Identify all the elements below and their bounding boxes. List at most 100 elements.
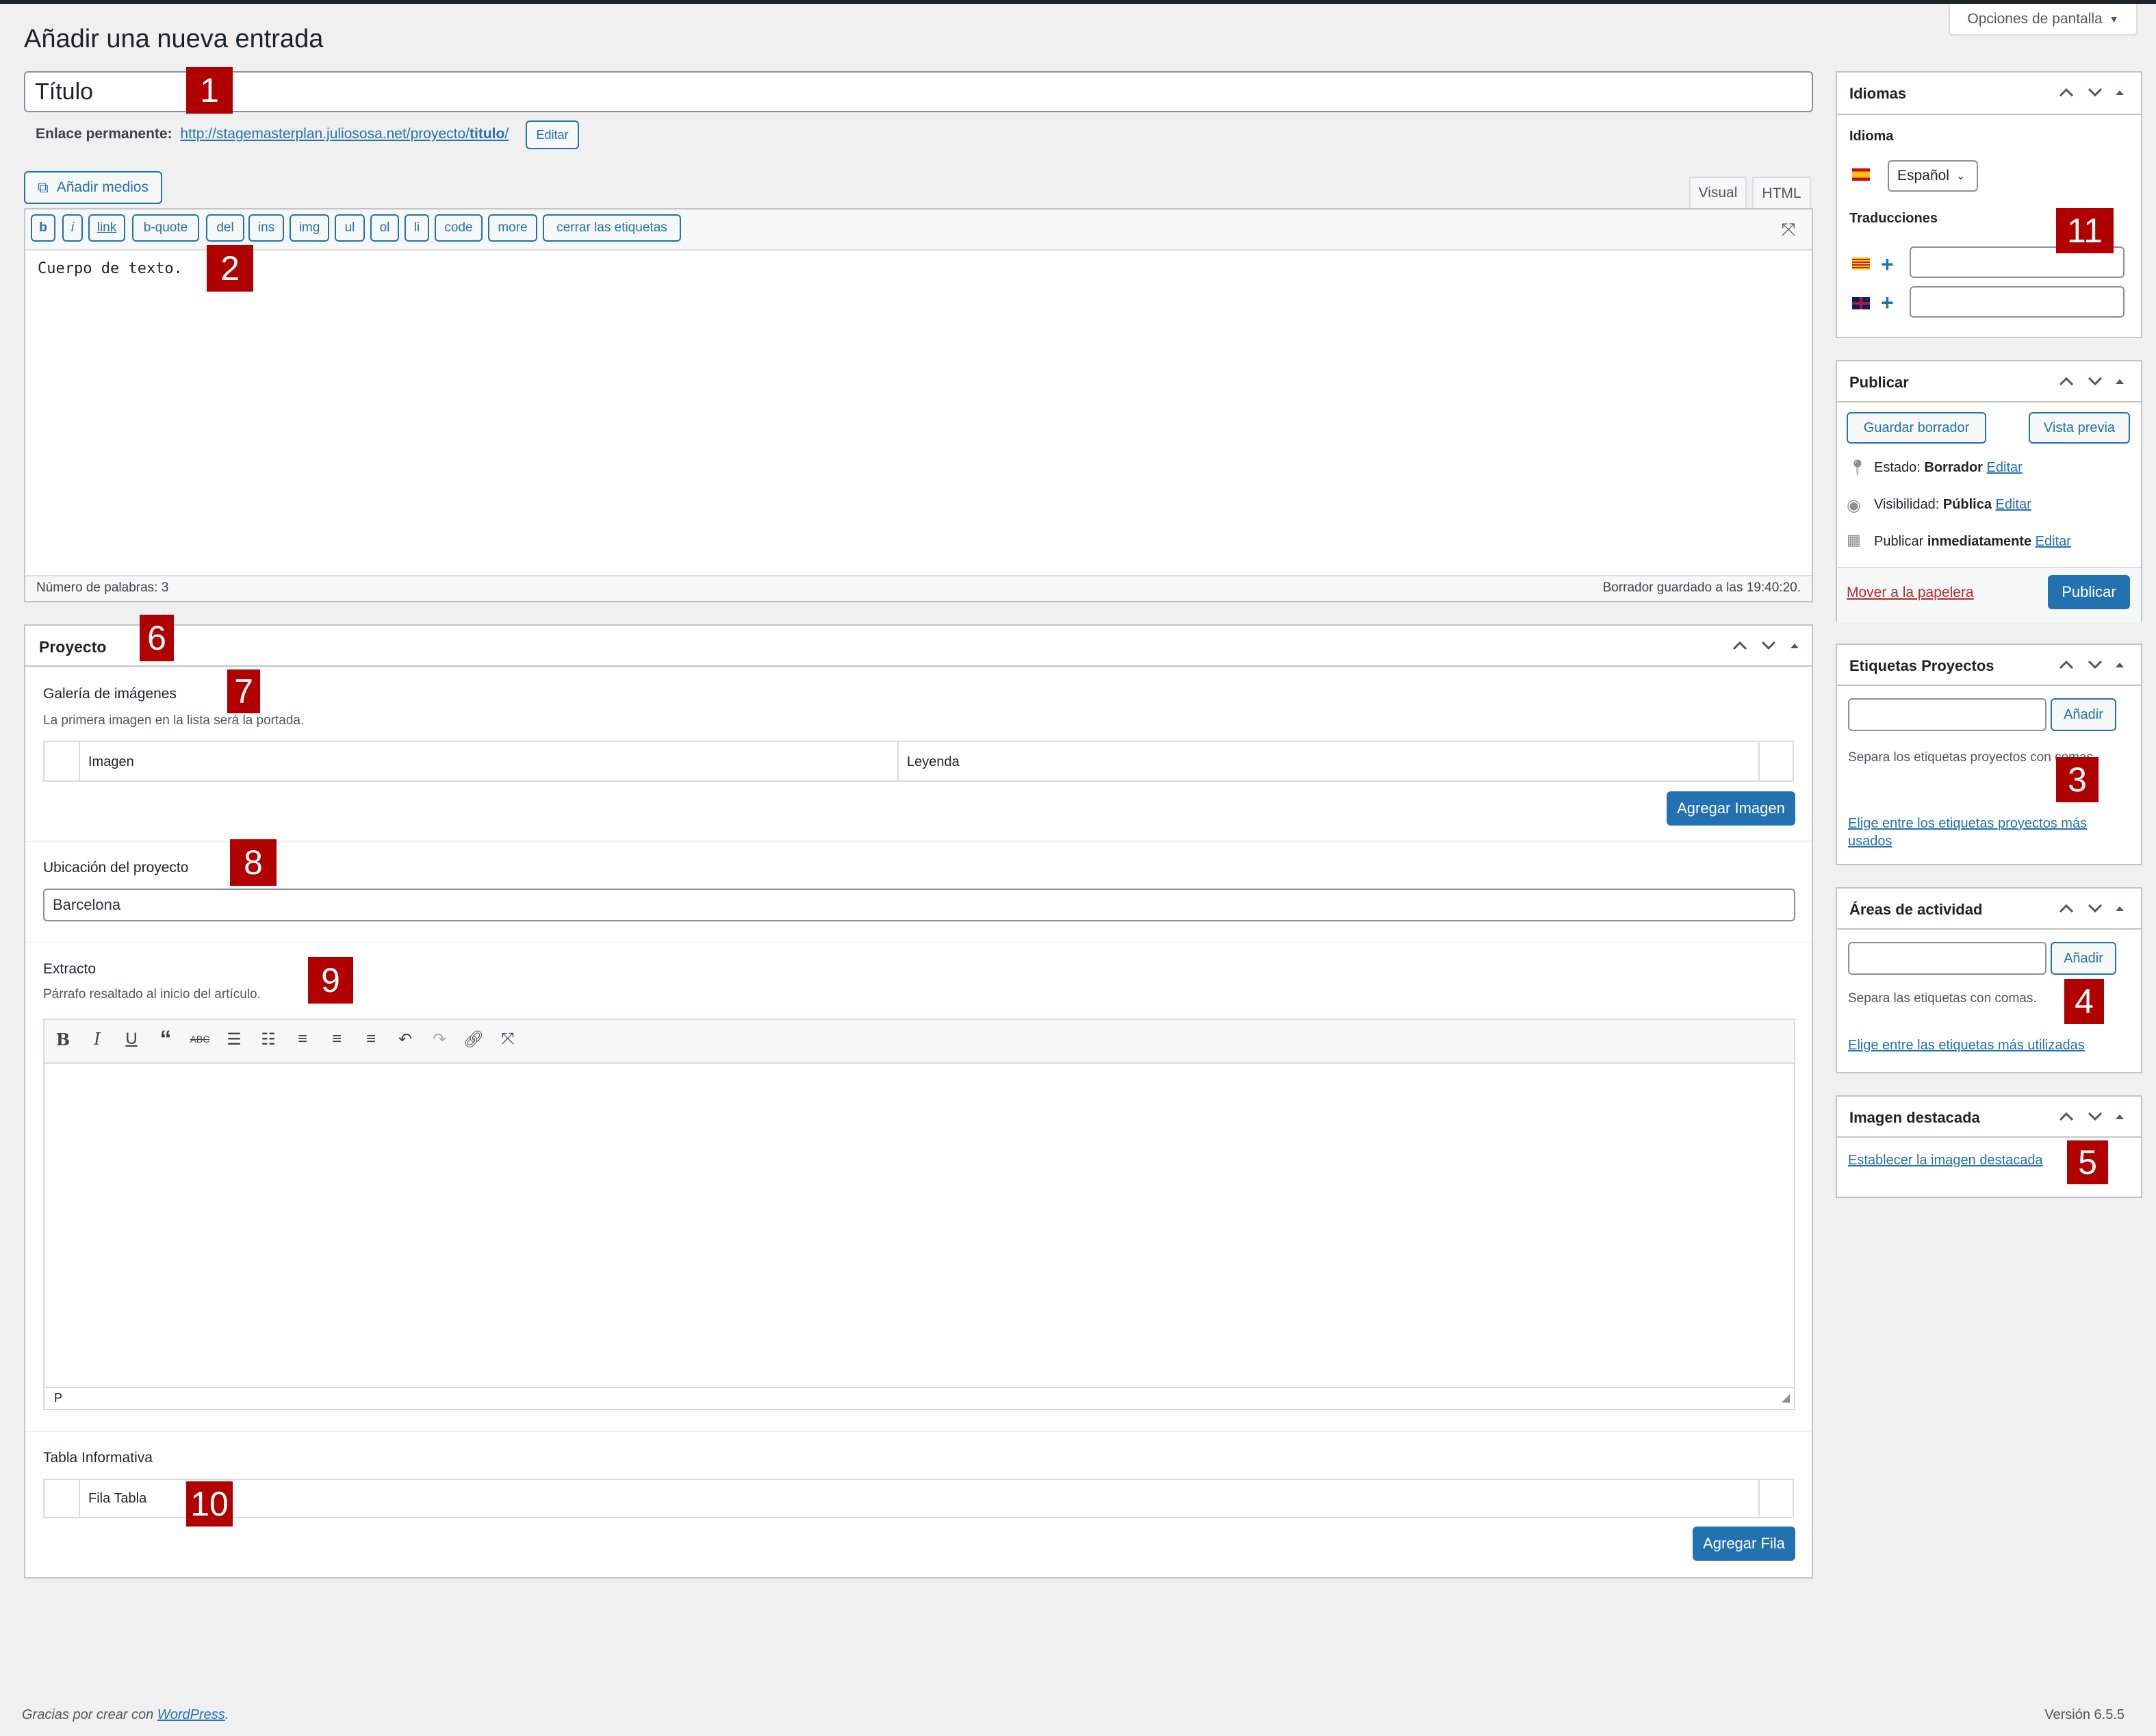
toggle-panel-icon[interactable] <box>2109 371 2130 392</box>
fullscreen-icon[interactable]: ⤧ <box>1778 219 1799 241</box>
move-up-icon[interactable] <box>2056 1106 2077 1127</box>
permalink-label: Enlace permanente: <box>36 126 172 142</box>
chevron-down-icon: ⌄ <box>1955 170 1966 182</box>
align-left-icon[interactable]: ≡ <box>290 1027 315 1051</box>
undo-icon[interactable]: ↶ <box>393 1027 418 1051</box>
add-translation-icon[interactable]: + <box>1881 290 1894 316</box>
set-featured-image-link[interactable]: Establecer la imagen destacada <box>1848 1153 2043 1169</box>
bold-icon[interactable]: B <box>51 1027 75 1051</box>
toggle-panel-icon[interactable] <box>1784 635 1805 656</box>
quicktag-b-quote[interactable]: b-quote <box>132 214 199 242</box>
trash-link[interactable]: Mover a la papelera <box>1847 585 1974 601</box>
tab-visual[interactable]: Visual <box>1689 177 1747 208</box>
screen-options-button[interactable]: Opciones de pantalla ▼ <box>1949 4 2138 36</box>
add-translation-icon[interactable]: + <box>1881 252 1894 277</box>
choose-tags-link[interactable]: Elige entre los etiquetas proyectos más … <box>1848 815 2129 850</box>
idiomas-metabox: Idiomas Idioma Español ⌄ Traducciones + … <box>1836 71 2142 338</box>
move-up-icon[interactable] <box>2056 371 2077 392</box>
proyecto-header <box>25 626 1812 667</box>
quicktag-li[interactable]: li <box>405 214 429 242</box>
move-down-icon[interactable] <box>1758 635 1779 656</box>
admin-top-bar <box>0 0 2156 4</box>
wordpress-link[interactable]: WordPress <box>157 1707 225 1722</box>
move-down-icon[interactable] <box>2085 1106 2105 1127</box>
numbered-list-icon[interactable]: ☷ <box>256 1027 281 1051</box>
align-center-icon[interactable]: ≡ <box>324 1027 349 1051</box>
proyecto-metabox: Proyecto Galería de imágenes La primera … <box>24 624 1813 1579</box>
blockquote-icon[interactable]: “ <box>153 1026 178 1052</box>
visibility-row: Visibilidad: Pública Editar <box>1874 497 2031 512</box>
link-icon[interactable]: 🔗︎ <box>461 1027 486 1051</box>
move-up-icon[interactable] <box>2056 82 2077 103</box>
quicktag-code[interactable]: code <box>435 214 483 242</box>
quicktag-close-tags[interactable]: cerrar las etiquetas <box>543 214 681 242</box>
language-select-value: Español <box>1897 168 1949 183</box>
quicktag-img[interactable]: img <box>290 214 329 242</box>
strikethrough-icon[interactable]: ABC <box>188 1027 212 1051</box>
add-media-button[interactable]: ⧉ Añadir medios <box>24 171 162 204</box>
edit-visibility-link[interactable]: Editar <box>1996 497 2031 512</box>
annotation-marker-3: 3 <box>2056 757 2099 802</box>
area-input[interactable] <box>1848 942 2046 975</box>
toggle-panel-icon[interactable] <box>2109 654 2130 675</box>
language-select[interactable]: Español ⌄ <box>1888 160 1978 192</box>
info-table-label: Tabla Informativa <box>43 1450 153 1466</box>
visibility-value: Pública <box>1942 497 1992 512</box>
add-image-button[interactable]: Agregar Imagen <box>1667 791 1795 826</box>
fullscreen-icon[interactable]: ⤧ <box>496 1027 520 1051</box>
move-down-icon[interactable] <box>2085 898 2105 919</box>
quicktag-ol[interactable]: ol <box>370 214 399 242</box>
annotation-marker-2: 2 <box>207 245 253 292</box>
bullet-list-icon[interactable]: ☰ <box>222 1027 246 1051</box>
info-table: Fila Tabla <box>43 1479 1794 1518</box>
underline-icon[interactable]: U <box>119 1027 144 1051</box>
caret-down-icon: ▼ <box>2109 14 2119 25</box>
move-down-icon[interactable] <box>2085 654 2105 675</box>
quicktag-ul[interactable]: ul <box>335 214 365 242</box>
eye-icon: ◉ <box>1847 496 1861 515</box>
edit-status-link[interactable]: Editar <box>1987 460 2023 475</box>
quicktag-del[interactable]: del <box>206 214 244 242</box>
add-row-button[interactable]: Agregar Fila <box>1693 1527 1795 1561</box>
preview-button[interactable]: Vista previa <box>2029 412 2130 444</box>
add-area-button[interactable]: Añadir <box>2051 942 2116 975</box>
permalink-edit-button[interactable]: Editar <box>526 120 579 149</box>
edit-schedule-link[interactable]: Editar <box>2036 534 2071 549</box>
quicktag-more[interactable]: more <box>488 214 537 242</box>
move-down-icon[interactable] <box>2085 82 2105 103</box>
toggle-panel-icon[interactable] <box>2109 1106 2130 1127</box>
quicktag-i[interactable]: i <box>62 214 83 242</box>
location-input[interactable]: Barcelona <box>43 889 1795 921</box>
tab-html[interactable]: HTML <box>1752 177 1811 209</box>
toggle-panel-icon[interactable] <box>2109 898 2130 919</box>
move-up-icon[interactable] <box>1730 635 1750 656</box>
italic-icon[interactable]: I <box>85 1027 110 1051</box>
add-tag-button[interactable]: Añadir <box>2051 698 2116 731</box>
gallery-label: Galería de imágenes <box>43 686 177 702</box>
save-draft-button[interactable]: Guardar borrador <box>1847 412 1986 444</box>
redo-icon[interactable]: ↷ <box>427 1027 452 1051</box>
quicktag-ins[interactable]: ins <box>248 214 284 242</box>
quicktag-link[interactable]: link <box>88 214 125 242</box>
title-input[interactable]: Título <box>24 71 1813 112</box>
move-up-icon[interactable] <box>2056 654 2077 675</box>
publish-button[interactable]: Publicar <box>2048 575 2130 609</box>
tag-input[interactable] <box>1848 698 2046 731</box>
spain-flag-icon <box>1852 168 1870 181</box>
editor-content[interactable]: Cuerpo de texto. <box>38 260 183 277</box>
choose-areas-link[interactable]: Elige entre las etiquetas más utilizadas <box>1848 1038 2085 1054</box>
align-right-icon[interactable]: ≡ <box>359 1027 383 1051</box>
annotation-marker-4: 4 <box>2064 979 2104 1024</box>
toggle-panel-icon[interactable] <box>2109 82 2130 103</box>
move-down-icon[interactable] <box>2085 371 2105 392</box>
move-up-icon[interactable] <box>2056 898 2077 919</box>
permalink-url[interactable]: http://stagemasterplan.juliososa.net/pro… <box>180 126 509 142</box>
translation-input-en[interactable] <box>1910 286 2125 318</box>
quicktag-b[interactable]: b <box>31 214 55 242</box>
annotation-marker-10: 10 <box>186 1481 233 1527</box>
resize-handle-icon[interactable]: ◢ <box>1782 1391 1790 1405</box>
language-label: Idioma <box>1849 129 1894 144</box>
areas-title: Áreas de actividad <box>1849 901 1983 918</box>
status-row: Estado: Borrador Editar <box>1874 460 2023 475</box>
content-editor: ⤧ Cuerpo de texto. Número de palabras: 3… <box>24 208 1813 602</box>
